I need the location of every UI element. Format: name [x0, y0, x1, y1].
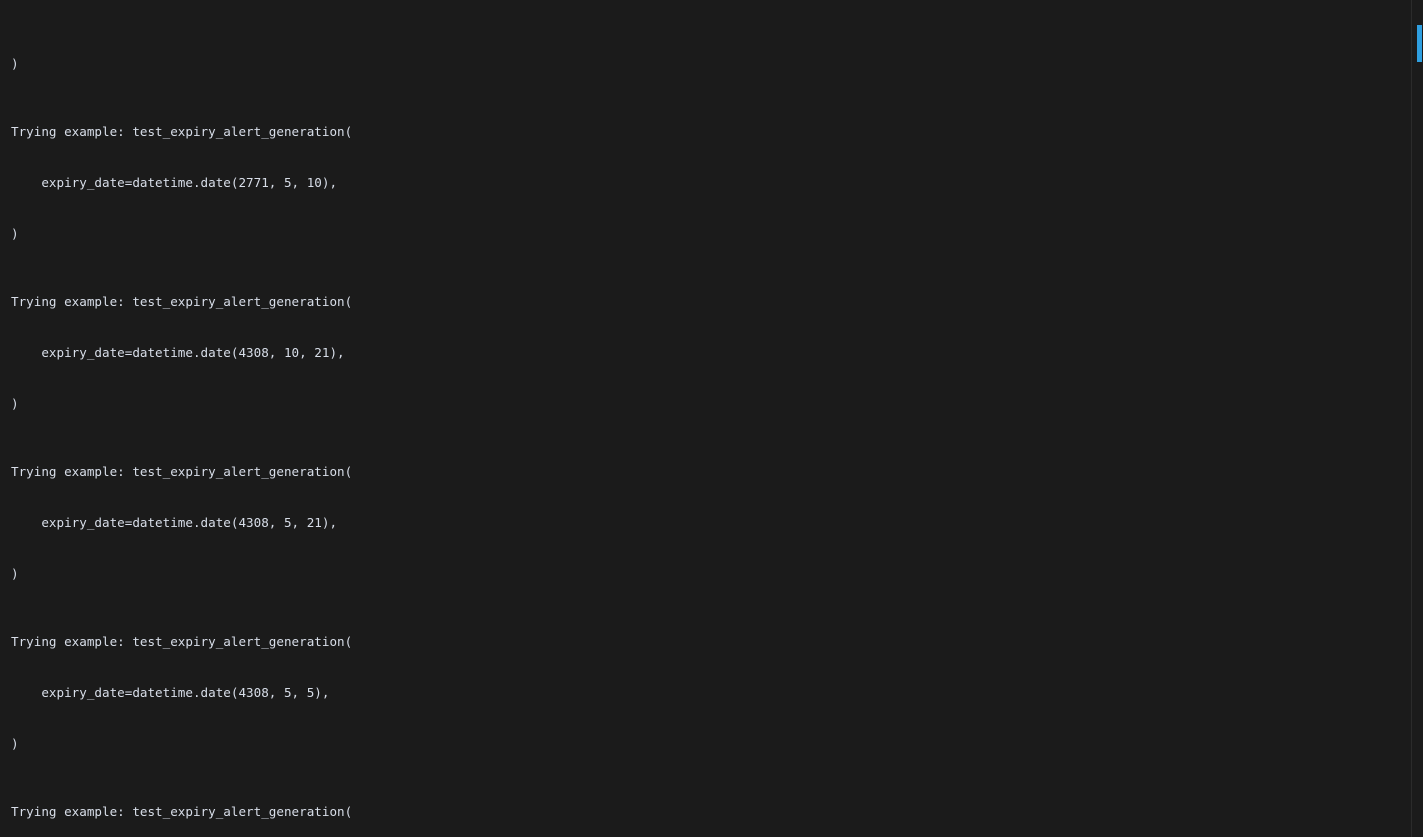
output-line-arg-3: expiry_date=datetime.date(4308, 5, 5), — [11, 685, 330, 700]
vertical-scrollbar-thumb[interactable] — [1417, 25, 1422, 62]
output-line-trying-0: Trying example: test_expiry_alert_genera… — [11, 124, 353, 139]
output-line-trying-1: Trying example: test_expiry_alert_genera… — [11, 294, 353, 309]
vertical-scrollbar-track[interactable] — [1411, 0, 1423, 837]
output-line-trying-4: Trying example: test_expiry_alert_genera… — [11, 804, 353, 819]
output-line-close-2: ) — [11, 396, 19, 411]
output-line-trying-2: Trying example: test_expiry_alert_genera… — [11, 464, 353, 479]
output-line-arg-0: expiry_date=datetime.date(2771, 5, 10), — [11, 175, 338, 190]
output-line-arg-2: expiry_date=datetime.date(4308, 5, 21), — [11, 515, 338, 530]
output-line-arg-1: expiry_date=datetime.date(4308, 10, 21), — [11, 345, 345, 360]
terminal-output: ) Trying example: test_expiry_alert_gene… — [0, 0, 1423, 837]
output-line-close-3: ) — [11, 566, 19, 581]
output-line-close-4: ) — [11, 736, 19, 751]
output-line-close-1: ) — [11, 226, 19, 241]
output-line-close-paren-0: ) — [11, 56, 19, 71]
output-line-trying-3: Trying example: test_expiry_alert_genera… — [11, 634, 353, 649]
